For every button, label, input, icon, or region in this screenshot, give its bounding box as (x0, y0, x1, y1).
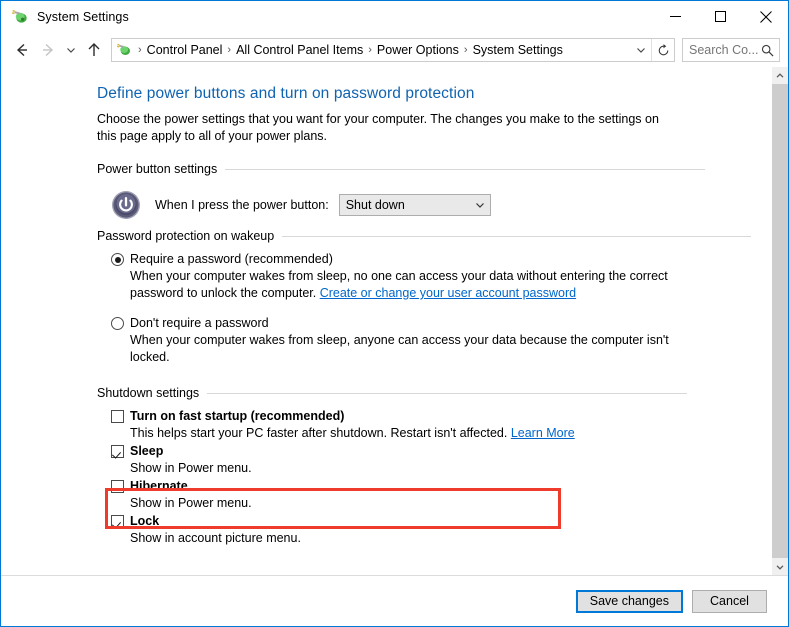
checkbox-description: Show in Power menu. (130, 461, 252, 475)
checkbox-hibernate[interactable] (111, 480, 124, 493)
power-plug-icon (11, 8, 29, 26)
checkbox-description: Show in Power menu. (130, 496, 252, 510)
option-description: When your computer wakes from sleep, any… (130, 333, 669, 364)
vertical-scrollbar[interactable] (771, 67, 788, 575)
breadcrumb-separator: › (463, 44, 468, 56)
scrollbar-thumb[interactable] (772, 84, 788, 558)
group-divider (207, 392, 688, 394)
back-arrow-icon[interactable] (9, 37, 35, 63)
power-button-label: When I press the power button: (155, 198, 329, 212)
page-description: Choose the power settings that you want … (97, 112, 659, 143)
group-divider (282, 235, 751, 237)
checkbox-item-lock: Lock Show in account picture menu. (97, 513, 751, 547)
search-placeholder: Search Co... (689, 43, 759, 57)
search-icon (761, 44, 774, 57)
up-arrow-icon[interactable] (81, 37, 107, 63)
address-power-plug-icon (116, 42, 132, 58)
breadcrumb-all-control-panel-items[interactable]: All Control Panel Items (233, 43, 366, 57)
breadcrumb-separator: › (227, 44, 232, 56)
radio-row[interactable]: Require a password (recommended) (111, 251, 751, 267)
refresh-icon[interactable] (651, 39, 674, 61)
maximize-icon[interactable] (698, 1, 743, 32)
system-settings-window: System Settings › Control Panel › All Co… (0, 0, 789, 627)
power-button-settings-group: Power button settings When I press the p… (97, 162, 751, 226)
recent-pages-chevron-icon[interactable] (61, 37, 81, 63)
dropdown-selected-value: Shut down (345, 198, 405, 212)
checkbox-row[interactable]: Lock (111, 513, 751, 529)
power-button-icon (111, 190, 141, 220)
content-area: Define power buttons and turn on passwor… (1, 67, 788, 575)
dialog-footer: Save changes Cancel (1, 575, 788, 626)
forward-arrow-icon[interactable] (35, 37, 61, 63)
password-protection-group: Password protection on wakeup Require a … (97, 229, 751, 366)
checkbox-item-hibernate: Hibernate Show in Power menu. (97, 478, 751, 512)
checkbox-turn-on-fast-startup[interactable] (111, 410, 124, 423)
cancel-button[interactable]: Cancel (692, 589, 767, 613)
checkbox-label: Lock (130, 514, 160, 528)
group-heading-label: Power button settings (97, 162, 218, 176)
radio-row[interactable]: Don't require a password (111, 315, 751, 331)
power-button-action-dropdown[interactable]: Shut down (338, 194, 491, 216)
window-controls (653, 1, 788, 32)
power-button-row: When I press the power button: Shut down (97, 184, 751, 226)
radio-require-password[interactable] (111, 253, 124, 266)
option-require-password: Require a password (recommended) When yo… (97, 251, 751, 302)
breadcrumb-separator: › (368, 44, 372, 56)
checkbox-row[interactable]: Hibernate (111, 478, 751, 494)
title-bar: System Settings (1, 1, 788, 33)
breadcrumb-control-panel[interactable]: Control Panel (144, 43, 226, 57)
scroll-down-arrow-icon[interactable] (772, 558, 788, 575)
radio-dont-require-password[interactable] (111, 317, 124, 330)
checkbox-description-text: This helps start your PC faster after sh… (130, 426, 511, 440)
close-icon[interactable] (743, 1, 788, 32)
breadcrumb-separator: › (138, 44, 142, 56)
checkbox-row[interactable]: Turn on fast startup (recommended) (111, 408, 751, 424)
checkbox-description: This helps start your PC faster after sh… (130, 425, 751, 442)
group-divider (225, 168, 706, 170)
password-protection-heading: Password protection on wakeup (97, 229, 751, 243)
create-change-password-link[interactable]: Create or change your user account passw… (320, 286, 576, 300)
navigation-bar: › Control Panel › All Control Panel Item… (1, 33, 788, 67)
option-label: Don't require a password (130, 316, 269, 330)
checkbox-label: Hibernate (130, 479, 188, 493)
breadcrumb-power-options[interactable]: Power Options (374, 43, 462, 57)
checkbox-lock[interactable] (111, 515, 124, 528)
shutdown-settings-heading: Shutdown settings (97, 386, 751, 400)
settings-panel: Define power buttons and turn on passwor… (1, 67, 771, 575)
checkbox-item-fast-startup: Turn on fast startup (recommended) This … (97, 408, 751, 442)
option-label: Require a password (recommended) (130, 252, 333, 266)
minimize-icon[interactable] (653, 1, 698, 32)
checkbox-sleep[interactable] (111, 445, 124, 458)
group-heading-label: Shutdown settings (97, 386, 200, 400)
checkbox-row[interactable]: Sleep (111, 443, 751, 459)
power-button-settings-heading: Power button settings (97, 162, 751, 176)
option-dont-require-password: Don't require a password When your compu… (97, 315, 751, 366)
window-title: System Settings (37, 10, 129, 24)
chevron-down-icon (470, 200, 490, 210)
save-changes-button[interactable]: Save changes (575, 589, 683, 613)
breadcrumb-system-settings[interactable]: System Settings (470, 43, 566, 57)
scroll-up-arrow-icon[interactable] (772, 67, 788, 84)
option-description: When your computer wakes from sleep, no … (130, 268, 678, 302)
page-title: Define power buttons and turn on passwor… (97, 85, 475, 102)
checkbox-label: Turn on fast startup (recommended) (130, 409, 345, 423)
search-input[interactable]: Search Co... (682, 38, 780, 62)
address-bar[interactable]: › Control Panel › All Control Panel Item… (111, 38, 675, 62)
shutdown-settings-group: Shutdown settings Turn on fast startup (… (97, 386, 751, 547)
checkbox-description: Show in account picture menu. (130, 531, 301, 545)
checkbox-item-sleep: Sleep Show in Power menu. (97, 443, 751, 477)
chevron-down-icon[interactable] (631, 39, 651, 61)
checkbox-label: Sleep (130, 444, 164, 458)
group-heading-label: Password protection on wakeup (97, 229, 275, 243)
learn-more-link[interactable]: Learn More (511, 426, 575, 440)
